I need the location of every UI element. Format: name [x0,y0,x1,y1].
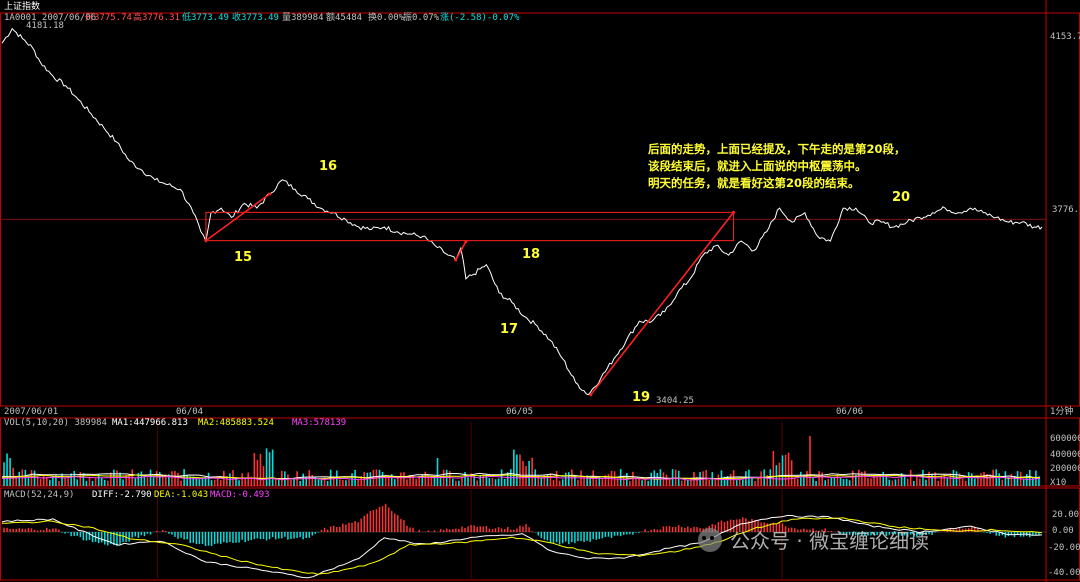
macd-tick-neg20: -20.00 [1048,543,1080,553]
macd-diff: DIFF:-2.790 [92,490,152,500]
annotation-line-2: 该段结束后，就进入上面说的中枢震荡中。 [648,159,867,173]
macd-value: MACD:-0.493 [210,490,270,500]
macd-tick-neg40: -40.00 [1048,568,1080,578]
watermark-text: 公众号 · 微宝缠论细读 [730,529,929,553]
point-label-15: 15 [234,250,252,265]
vol-tick-200k: 200000 [1050,464,1080,474]
price-frame [0,12,1080,407]
min-price-label: 3404.25 [656,396,694,406]
volume-header: VOL(5,10,20) 389984 MA1:447966.813 MA2:4… [4,418,346,428]
price-tick-mid: 3776.1 [1052,205,1080,215]
vol-tick-600k: 600000 [1050,434,1080,444]
amount-value: 额45484 [326,11,362,23]
vol-ma1: MA1:447966.813 [112,418,188,428]
turning-point-17 [454,258,458,262]
price-panel [1,27,1043,397]
change-value: 涨(-2.58)-0.07% [440,12,520,23]
annotation-line-3: 明天的任务，就是看好这第20段的结束。 [648,176,860,190]
macd-tick-0: 0.00 [1052,526,1074,536]
quote-header: 1A0001 2007/06/06 开3775.74 高3776.31 低377… [4,11,520,23]
turning-point-18 [464,240,468,244]
segment-line-0 [205,193,271,242]
segment-line-1 [455,241,467,261]
macd-header: MACD(52,24,9) DIFF:-2.790 DEA:-1.043 MAC… [4,490,270,500]
x-tick-0605: 06/05 [506,407,533,417]
point-label-20: 20 [892,190,910,205]
macd-tick-20: 20.00 [1052,510,1079,520]
amplitude-value: 振0.07% [403,11,440,23]
wechat-icon-eye-left [702,536,706,540]
x-tick-0604: 06/04 [176,407,203,417]
vol-unit: X10 [1050,478,1066,488]
wechat-icon-eye-right [710,536,714,540]
pivot-box [205,211,735,242]
close-value: 收3773.49 [232,11,279,23]
wechat-icon [698,528,722,552]
high-value: 高3776.31 [133,11,180,23]
turning-point-16 [268,192,272,196]
turning-point-15 [204,239,208,243]
price-series-line [1,27,1043,396]
price-tick-high: 4153.7 [1050,32,1080,42]
x-tick-0606: 06/06 [836,407,863,417]
vol-ma2: MA2:485883.524 [198,418,274,428]
volume-value: 量389984 [282,12,324,23]
point-label-16: 16 [319,159,337,174]
point-label-19: 19 [632,390,650,405]
x-tick-0601: 2007/06/01 [4,407,58,417]
annotation-line-1: 后面的走势，上面已经提及，下午走的是第20段， [648,142,906,156]
turning-point-20 [732,210,736,214]
annotation-text: 后面的走势，上面已经提及，下午走的是第20段， 该段结束后，就进入上面说的中枢震… [648,142,906,190]
segment-line-2 [590,211,735,396]
vol-tick-400k: 400000 [1050,450,1080,460]
price-chart: 上证指数 1A0001 2007/06/06 开3775.74 高3776.31… [0,0,1080,582]
macd-params: MACD(52,24,9) [4,490,74,500]
vol-header: VOL(5,10,20) 389984 [4,418,107,428]
point-label-18: 18 [522,247,540,262]
open-value: 开3775.74 [85,12,132,23]
max-price-label: 4181.18 [26,21,64,31]
point-label-17: 17 [500,322,518,337]
watermark: 公众号 · 微宝缠论细读 [698,528,929,553]
macd-dea: DEA:-1.043 [154,490,208,500]
chart-title: 上证指数 [4,0,40,12]
vol-ma3: MA3:578139 [292,418,346,428]
turnover-value: 换0.00% [368,11,405,23]
low-value: 低3773.49 [182,11,229,23]
period-label: 1分钟 [1050,405,1073,417]
turning-point-19 [589,393,593,397]
